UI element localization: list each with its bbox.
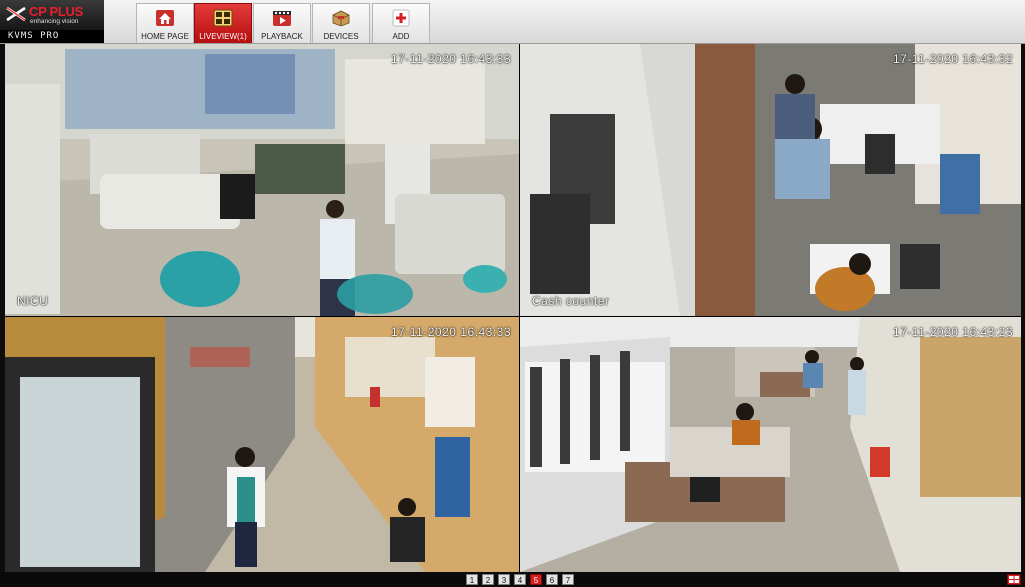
- tab-label: PLAYBACK: [261, 32, 303, 41]
- cp-plus-logo-mark-icon: [6, 6, 26, 22]
- liveview-grid-icon: [213, 9, 233, 27]
- tab-label: HOME PAGE: [141, 32, 189, 41]
- camera-tile-cash-counter[interactable]: 17-11-2020 16:43:32 Cash counter: [520, 44, 1021, 316]
- page-button-4[interactable]: 4: [514, 574, 526, 585]
- tab-playback[interactable]: PLAYBACK: [253, 3, 311, 43]
- camera-timestamp: 17-11-2020 16:43:33: [390, 52, 511, 66]
- liveview-grid: 17-11-2020 16:43:33 NICU 17-11-2020 16:4…: [5, 44, 1021, 572]
- camera-name: NICU: [17, 294, 49, 308]
- tab-label: DEVICES: [323, 32, 359, 41]
- camera-timestamp: 17-11-2020 16:43:32: [892, 52, 1013, 66]
- camera-timestamp: 17-11-2020 16:43:23: [892, 325, 1013, 339]
- camera-feed-office: [520, 317, 1021, 572]
- bottom-bar: 1 2 3 4 5 6 7: [0, 572, 1025, 587]
- brand-name: CP PLUS: [29, 4, 84, 19]
- page-button-6[interactable]: 6: [546, 574, 558, 585]
- page-button-1[interactable]: 1: [466, 574, 478, 585]
- camera-name: Cash counter: [532, 294, 610, 308]
- camera-tile-office[interactable]: 17-11-2020 16:43:23: [520, 317, 1021, 572]
- product-name: KVMS PRO: [0, 30, 104, 43]
- tab-add[interactable]: ADD: [372, 3, 430, 43]
- camera-timestamp: 17-11-2020 16:43:33: [390, 325, 511, 339]
- page-selector: 1 2 3 4 5 6 7: [466, 574, 574, 585]
- camera-feed-cash-counter: [520, 44, 1021, 316]
- page-button-3[interactable]: 3: [498, 574, 510, 585]
- tab-label: ADD: [392, 32, 410, 41]
- page-button-7[interactable]: 7: [562, 574, 574, 585]
- film-icon: [273, 11, 291, 26]
- tab-label: LIVEVIEW(1): [199, 32, 247, 41]
- tab-home-page[interactable]: HOME PAGE: [136, 3, 194, 43]
- camera-tile-corridor[interactable]: 17-11-2020 16:43:33: [5, 317, 519, 572]
- top-toolbar: CP PLUS enhancing vision KVMS PRO HOME P…: [0, 0, 1025, 44]
- app-logo: CP PLUS enhancing vision KVMS PRO: [0, 0, 104, 43]
- brand-tagline: enhancing vision: [30, 18, 79, 25]
- page-button-5[interactable]: 5: [530, 574, 542, 585]
- add-plus-icon: [392, 9, 410, 27]
- camera-feed-corridor: [5, 317, 519, 572]
- camera-tile-nicu[interactable]: 17-11-2020 16:43:33 NICU: [5, 44, 519, 316]
- devices-box-icon: [332, 10, 350, 27]
- tab-liveview[interactable]: LIVEVIEW(1): [194, 3, 252, 43]
- camera-feed-nicu: [5, 44, 519, 316]
- tab-devices[interactable]: DEVICES: [312, 3, 370, 43]
- layout-split-icon[interactable]: [1007, 574, 1021, 585]
- home-icon: [156, 10, 174, 26]
- page-button-2[interactable]: 2: [482, 574, 494, 585]
